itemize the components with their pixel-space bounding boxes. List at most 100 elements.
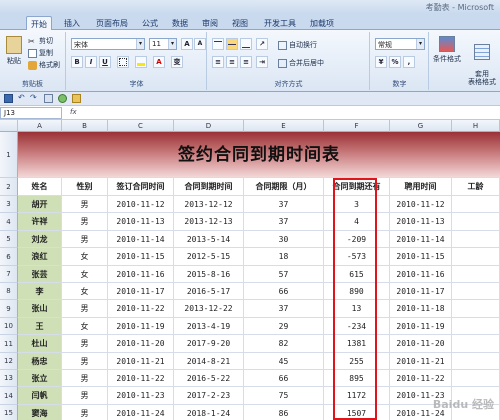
cell-expiry-date[interactable]: 2016-5-17 — [174, 283, 244, 300]
cell-gender[interactable]: 男 — [62, 300, 108, 318]
column-header-e[interactable]: E — [244, 120, 324, 132]
cell-seniority[interactable] — [452, 318, 500, 335]
cell-expiry-date[interactable]: 2015-8-16 — [174, 266, 244, 283]
cell-name[interactable]: 杨忠 — [18, 353, 62, 370]
font-size-select[interactable]: 11 ▾ — [149, 38, 177, 50]
cell-gender[interactable]: 男 — [62, 335, 108, 353]
cell-hire-date[interactable]: 2010-11-16 — [390, 266, 452, 283]
phonetic-button[interactable]: 变 — [171, 56, 183, 68]
cell-gender[interactable]: 女 — [62, 248, 108, 266]
align-right-button[interactable]: ≡ — [240, 56, 252, 68]
row-header[interactable]: 6 — [0, 248, 18, 266]
cell-term[interactable]: 86 — [244, 405, 324, 420]
align-left-button[interactable]: ≡ — [212, 56, 224, 68]
tab-review[interactable]: 审阅 — [198, 16, 222, 30]
cell-sign-date[interactable]: 2010-11-13 — [108, 213, 174, 231]
cell-seniority[interactable] — [452, 353, 500, 370]
cell-term[interactable]: 75 — [244, 387, 324, 405]
refresh-icon[interactable] — [58, 94, 67, 103]
cell-seniority[interactable] — [452, 196, 500, 213]
row-header[interactable]: 9 — [0, 300, 18, 318]
select-all-corner[interactable] — [0, 120, 18, 132]
indent-button[interactable]: ⇥ — [256, 56, 268, 68]
cell-expiry-date[interactable]: 2014-8-21 — [174, 353, 244, 370]
row-header[interactable]: 14 — [0, 387, 18, 405]
cell-sign-date[interactable]: 2010-11-19 — [108, 318, 174, 335]
tab-developer[interactable]: 开发工具 — [260, 16, 300, 30]
align-center-button[interactable]: ≡ — [226, 56, 238, 68]
cell-name[interactable]: 刘龙 — [18, 231, 62, 248]
cell-hire-date[interactable]: 2010-11-15 — [390, 248, 452, 266]
cell-seniority[interactable] — [452, 231, 500, 248]
cell-name[interactable]: 窦海 — [18, 405, 62, 420]
cell-hire-date[interactable]: 2010-11-12 — [390, 196, 452, 213]
cell-seniority[interactable] — [452, 248, 500, 266]
row-header[interactable]: 15 — [0, 405, 18, 420]
row-header[interactable]: 12 — [0, 353, 18, 370]
cell-sign-date[interactable]: 2010-11-21 — [108, 353, 174, 370]
cell-term[interactable]: 30 — [244, 231, 324, 248]
cell-sign-date[interactable]: 2010-11-22 — [108, 370, 174, 387]
cell-name[interactable]: 闫帆 — [18, 387, 62, 405]
cell-name[interactable]: 张芸 — [18, 266, 62, 283]
cell-seniority[interactable] — [452, 283, 500, 300]
cell-expiry-date[interactable]: 2012-5-15 — [174, 248, 244, 266]
tab-home[interactable]: 开始 — [26, 16, 52, 30]
cell-seniority[interactable] — [452, 300, 500, 318]
column-header-a[interactable]: A — [18, 120, 62, 132]
row-header[interactable]: 4 — [0, 213, 18, 231]
fill-color-button[interactable] — [135, 56, 147, 68]
redo-icon[interactable]: ↷ — [30, 93, 37, 102]
cell-term[interactable]: 37 — [244, 300, 324, 318]
cell-hire-date[interactable]: 2010-11-22 — [390, 370, 452, 387]
cell-term[interactable]: 57 — [244, 266, 324, 283]
row-header[interactable]: 10 — [0, 318, 18, 335]
cell-expiry-date[interactable]: 2017-9-20 — [174, 335, 244, 353]
grow-font-button[interactable]: A — [181, 38, 193, 50]
name-box[interactable]: J13 — [0, 107, 62, 119]
header-term[interactable]: 合同期限（月） — [244, 178, 324, 196]
align-top-button[interactable] — [212, 38, 224, 50]
cell-gender[interactable]: 女 — [62, 318, 108, 335]
tab-insert[interactable]: 插入 — [60, 16, 84, 30]
cell-expiry-date[interactable]: 2017-2-23 — [174, 387, 244, 405]
cell-seniority[interactable] — [452, 370, 500, 387]
cell-name[interactable]: 杜山 — [18, 335, 62, 353]
column-header-g[interactable]: G — [390, 120, 452, 132]
cell-gender[interactable]: 男 — [62, 213, 108, 231]
cell-hire-date[interactable]: 2010-11-14 — [390, 231, 452, 248]
tab-data[interactable]: 数据 — [168, 16, 192, 30]
cell-expiry-date[interactable]: 2013-12-12 — [174, 196, 244, 213]
cell-gender[interactable]: 男 — [62, 405, 108, 420]
cell-seniority[interactable] — [452, 266, 500, 283]
header-expiry-date[interactable]: 合同到期时间 — [174, 178, 244, 196]
cell-sign-date[interactable]: 2010-11-15 — [108, 248, 174, 266]
header-name[interactable]: 姓名 — [18, 178, 62, 196]
sort-icon[interactable] — [72, 94, 81, 103]
cell-hire-date[interactable]: 2010-11-13 — [390, 213, 452, 231]
cell-sign-date[interactable]: 2010-11-20 — [108, 335, 174, 353]
cell-term[interactable]: 18 — [244, 248, 324, 266]
cell-term[interactable]: 37 — [244, 196, 324, 213]
cell-name[interactable]: 李 — [18, 283, 62, 300]
print-preview-icon[interactable] — [44, 94, 53, 103]
cell-hire-date[interactable]: 2010-11-18 — [390, 300, 452, 318]
row-header[interactable]: 11 — [0, 335, 18, 353]
row-header[interactable]: 2 — [0, 178, 18, 196]
cell-name[interactable]: 王 — [18, 318, 62, 335]
cell-term[interactable]: 66 — [244, 370, 324, 387]
row-header[interactable]: 3 — [0, 196, 18, 213]
shrink-font-button[interactable]: A — [194, 38, 206, 50]
wrap-text-button[interactable]: 自动换行 — [278, 40, 317, 50]
column-header-d[interactable]: D — [174, 120, 244, 132]
row-header[interactable]: 13 — [0, 370, 18, 387]
tab-page-layout[interactable]: 页面布局 — [92, 16, 132, 30]
header-gender[interactable]: 性别 — [62, 178, 108, 196]
copy-button[interactable]: 复制 — [28, 48, 53, 58]
sheet-title[interactable]: 签约合同到期时间表 — [18, 132, 500, 178]
cell-name[interactable]: 许祥 — [18, 213, 62, 231]
fx-button[interactable]: fx — [70, 108, 77, 116]
tab-addins[interactable]: 加载项 — [306, 16, 338, 30]
cell-sign-date[interactable]: 2010-11-14 — [108, 231, 174, 248]
cell-expiry-date[interactable]: 2018-1-24 — [174, 405, 244, 420]
